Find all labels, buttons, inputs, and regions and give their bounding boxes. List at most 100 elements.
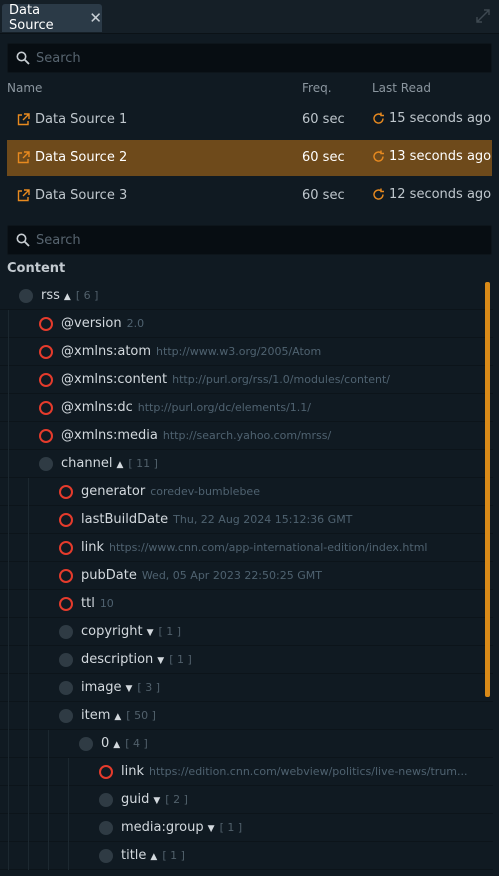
- expand-icon[interactable]: [476, 9, 490, 23]
- tree-guide-line: [28, 702, 29, 730]
- tree-row[interactable]: @xmlns:dc http://purl.org/dc/elements/1.1…: [0, 394, 493, 422]
- caret-down-icon[interactable]: ▼: [153, 796, 160, 806]
- attribute-marker-icon: [39, 317, 53, 331]
- refresh-icon[interactable]: [372, 188, 385, 201]
- tree-row[interactable]: description ▼ [ 1 ]: [0, 646, 493, 674]
- tree-row[interactable]: lastBuildDate Thu, 22 Aug 2024 15:12:36 G…: [0, 506, 493, 534]
- tree-count: [ 11 ]: [128, 457, 158, 470]
- tree-guide-line: [48, 814, 49, 842]
- caret-down-icon[interactable]: ▼: [208, 824, 215, 834]
- tree-key: guid: [121, 792, 150, 807]
- tree-key: @xmlns:media: [61, 428, 158, 443]
- tree-label: item ▲ [ 50 ]: [81, 708, 156, 723]
- tree-key: description: [81, 652, 154, 667]
- tree-value: https://www.cnn.com/app-international-ed…: [109, 541, 428, 554]
- search-icon: [16, 51, 30, 65]
- tree-guide-line: [8, 422, 9, 450]
- tree-row[interactable]: channel ▲ [ 11 ]: [0, 450, 493, 478]
- tree-value: http://search.yahoo.com/mrss/: [162, 429, 332, 442]
- caret-up-icon[interactable]: ▲: [114, 712, 121, 722]
- tree-label: pubDate Wed, 05 Apr 2023 22:50:25 GMT: [81, 568, 322, 583]
- data-source-row[interactable]: Data Source 1 60 sec 15 seconds ago: [7, 102, 492, 138]
- close-icon[interactable]: ✕: [89, 10, 102, 26]
- tree-count: [ 4 ]: [125, 737, 148, 750]
- attribute-marker-icon: [59, 513, 73, 527]
- caret-up-icon[interactable]: ▲: [150, 852, 157, 862]
- caret-up-icon[interactable]: ▲: [113, 740, 120, 750]
- tree-value: https://edition.cnn.com/webview/politics…: [149, 765, 468, 778]
- tree-row[interactable]: @xmlns:content http://purl.org/rss/1.0/mo…: [0, 366, 493, 394]
- tree-guide-line: [28, 786, 29, 814]
- col-freq: Freq.: [302, 81, 332, 95]
- tree-guide-line: [28, 534, 29, 562]
- tree-label: image ▼ [ 3 ]: [81, 680, 160, 695]
- search-input[interactable]: [36, 50, 466, 66]
- tree-row[interactable]: image ▼ [ 3 ]: [0, 674, 493, 702]
- tree-guide-line: [28, 814, 29, 842]
- tree-row[interactable]: rss ▲ [ 6 ]: [0, 282, 493, 310]
- tree-label: guid ▼ [ 2 ]: [121, 792, 188, 807]
- tree-row[interactable]: copyright ▼ [ 1 ]: [0, 618, 493, 646]
- caret-down-icon[interactable]: ▼: [147, 628, 154, 638]
- tree-row[interactable]: link https://edition.cnn.com/webview/poli…: [0, 758, 493, 786]
- tree-label: @xmlns:atom http://www.w3.org/2005/Atom: [61, 344, 321, 359]
- caret-down-icon[interactable]: ▼: [126, 684, 133, 694]
- data-source-row[interactable]: Data Source 2 60 sec 13 seconds ago: [7, 140, 492, 176]
- refresh-icon[interactable]: [372, 112, 385, 125]
- tree-row[interactable]: @version 2.0: [0, 310, 493, 338]
- tree-guide-line: [8, 394, 9, 422]
- tree-row[interactable]: guid ▼ [ 2 ]: [0, 786, 493, 814]
- content-search[interactable]: [7, 225, 492, 255]
- tree-row[interactable]: media:group ▼ [ 1 ]: [0, 814, 493, 842]
- tree-row[interactable]: 0 ▲ [ 4 ]: [0, 730, 493, 758]
- data-source-search[interactable]: [7, 43, 492, 73]
- tree-row[interactable]: generator coredev-bumblebee: [0, 478, 493, 506]
- tree-value: http://purl.org/dc/elements/1.1/: [137, 401, 311, 414]
- tree-guide-line: [68, 814, 69, 842]
- caret-up-icon[interactable]: ▲: [116, 460, 123, 470]
- attribute-marker-icon: [39, 373, 53, 387]
- tree-row[interactable]: link https://www.cnn.com/app-internationa…: [0, 534, 493, 562]
- tree-value: coredev-bumblebee: [150, 485, 260, 498]
- tree-row[interactable]: title ▲ [ 1 ]: [0, 842, 493, 870]
- tree-guide-line: [8, 506, 9, 534]
- tree-guide-line: [8, 814, 9, 842]
- tree-guide-line: [28, 478, 29, 506]
- tree-label: link https://www.cnn.com/app-internationa…: [81, 540, 427, 555]
- tree-row[interactable]: @xmlns:media http://search.yahoo.com/mrss…: [0, 422, 493, 450]
- tree-row[interactable]: ttl 10: [0, 590, 493, 618]
- tree-label: @xmlns:content http://purl.org/rss/1.0/mo…: [61, 372, 390, 387]
- attribute-marker-icon: [99, 765, 113, 779]
- search-input[interactable]: [36, 232, 466, 248]
- caret-up-icon[interactable]: ▲: [64, 292, 71, 302]
- data-source-freq: 60 sec: [302, 188, 345, 203]
- tree-guide-line: [28, 590, 29, 618]
- external-link-icon[interactable]: [17, 151, 30, 164]
- tree-label: generator coredev-bumblebee: [81, 484, 260, 499]
- tree-row[interactable]: item ▲ [ 50 ]: [0, 702, 493, 730]
- external-link-icon[interactable]: [17, 113, 30, 126]
- tree-row[interactable]: pubDate Wed, 05 Apr 2023 22:50:25 GMT: [0, 562, 493, 590]
- caret-down-icon[interactable]: ▼: [157, 656, 164, 666]
- tree-key: generator: [81, 484, 146, 499]
- tree-guide-line: [8, 730, 9, 758]
- refresh-icon[interactable]: [372, 150, 385, 163]
- tab-title: Data Source: [9, 3, 54, 33]
- tree-guide-line: [8, 618, 9, 646]
- tree-label: copyright ▼ [ 1 ]: [81, 624, 181, 639]
- scrollbar[interactable]: [485, 282, 490, 697]
- tree-key: rss: [41, 288, 60, 303]
- table-header: Name Freq. Last Read: [0, 80, 499, 98]
- tab-data-source[interactable]: Data Source ✕: [2, 3, 102, 33]
- data-source-name: Data Source 3: [35, 188, 128, 203]
- tree-count: [ 1 ]: [219, 821, 243, 834]
- tree-guide-line: [28, 674, 29, 702]
- tree-guide-line: [28, 506, 29, 534]
- tree-row[interactable]: @xmlns:atom http://www.w3.org/2005/Atom: [0, 338, 493, 366]
- external-link-icon[interactable]: [17, 189, 30, 202]
- node-marker-icon: [79, 737, 93, 751]
- tree-count: [ 1 ]: [158, 625, 182, 638]
- data-source-row[interactable]: Data Source 3 60 sec 12 seconds ago: [7, 178, 492, 214]
- node-marker-icon: [99, 793, 113, 807]
- tree-guide-line: [48, 842, 49, 870]
